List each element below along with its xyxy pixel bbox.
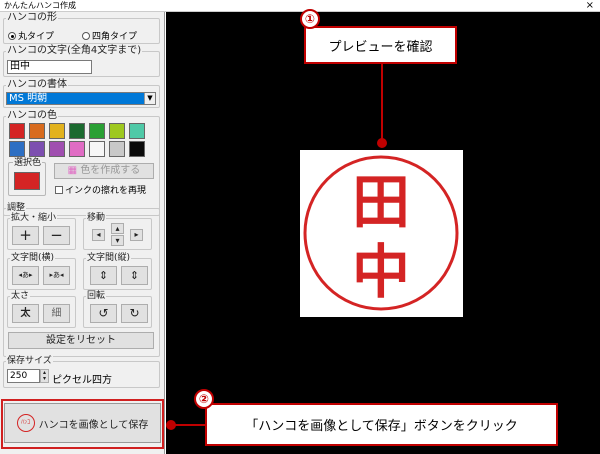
stamp-char-1: 田: [352, 168, 410, 236]
move-down-button[interactable]: ▾: [111, 235, 124, 246]
radio-round[interactable]: 丸タイプ: [8, 29, 54, 42]
text-label: ハンコの文字(全角4文字まで): [6, 45, 143, 57]
selected-color-swatch: [14, 172, 40, 190]
callout-one-line: [381, 64, 383, 142]
color-label: ハンコの色: [6, 110, 58, 122]
color-swatch[interactable]: [69, 123, 85, 139]
callout-two: 「ハンコを画像として保存」ボタンをクリック: [205, 403, 558, 446]
ink-blur-checkbox[interactable]: インクの擦れを再現: [55, 183, 146, 196]
selected-color-label: 選択色: [13, 157, 43, 169]
radio-dot-off: [82, 31, 90, 40]
rotate-left-button[interactable]: ↺: [90, 304, 117, 323]
reset-settings-button[interactable]: 設定をリセット: [8, 332, 154, 349]
scale-label: 拡大・縮小: [10, 212, 58, 224]
color-swatch[interactable]: [89, 123, 105, 139]
color-swatch[interactable]: [29, 123, 45, 139]
color-swatch[interactable]: [89, 141, 105, 157]
stamp-preview: 田 中: [300, 150, 463, 317]
bold-button[interactable]: 太: [12, 304, 39, 323]
spacing-v-widen-button[interactable]: ⇕: [90, 266, 117, 285]
shape-label: ハンコの形: [6, 12, 58, 24]
radio-square[interactable]: 四角タイプ: [82, 29, 137, 42]
move-up-button[interactable]: ▴: [111, 223, 124, 234]
palette-icon: ▦: [67, 165, 78, 176]
color-swatch[interactable]: [129, 141, 145, 157]
make-color-button[interactable]: ▦ 色を作成する: [54, 163, 154, 179]
ink-blur-label: インクの擦れを再現: [65, 186, 147, 196]
color-swatch[interactable]: [49, 123, 65, 139]
font-select-value: MS 明朝: [9, 93, 48, 104]
callout-one-text: プレビューを確認: [328, 39, 433, 55]
color-swatch[interactable]: [129, 123, 145, 139]
color-swatch[interactable]: [9, 141, 25, 157]
radio-square-label: 四角タイプ: [92, 32, 138, 42]
spacing-h-widen-button[interactable]: ◂あ▸: [12, 266, 39, 285]
save-image-label: ハンコを画像として保存: [38, 419, 149, 431]
callout-one-dot: [377, 138, 387, 148]
radio-dot-on: [8, 31, 16, 40]
stamp-text-input[interactable]: 田中: [7, 60, 92, 74]
callout-one-number: ①: [300, 9, 320, 29]
move-left-button[interactable]: ◂: [92, 229, 105, 241]
zoom-in-button[interactable]: +: [12, 226, 39, 245]
save-image-button[interactable]: ﾊﾝｺ ハンコを画像として保存: [4, 403, 161, 443]
color-swatch[interactable]: [109, 141, 125, 157]
save-size-unit: ピクセル四方: [52, 375, 112, 386]
make-color-label: 色を作成する: [80, 165, 141, 176]
color-swatch[interactable]: [49, 141, 65, 157]
save-size-label: 保存サイズ: [6, 355, 53, 367]
close-button[interactable]: ×: [586, 0, 594, 12]
font-select[interactable]: MS 明朝 ▼: [6, 92, 156, 105]
window-title: かんたんハンコ作成: [4, 1, 76, 10]
rotate-label: 回転: [86, 290, 107, 302]
font-label: ハンコの書体: [6, 79, 68, 91]
stamp-preview-svg: 田 中: [303, 155, 459, 311]
radio-round-label: 丸タイプ: [18, 32, 55, 42]
rotate-right-button[interactable]: ↻: [121, 304, 148, 323]
save-size-input[interactable]: 250: [7, 369, 40, 383]
callout-two-text: 「ハンコを画像として保存」ボタンをクリック: [245, 419, 518, 434]
control-panel: ハンコの形 丸タイプ 四角タイプ ハンコの文字(全角4文字まで) 田中 ハンコの…: [0, 12, 165, 454]
save-size-spinner[interactable]: ▴ ▾: [40, 369, 49, 383]
callout-one: プレビューを確認: [304, 26, 457, 64]
spacing-v-narrow-button[interactable]: ⇕: [121, 266, 148, 285]
stamp-icon: ﾊﾝｺ: [16, 414, 35, 432]
move-right-button[interactable]: ▸: [130, 229, 143, 241]
spacing-h-narrow-button[interactable]: ▸あ◂: [43, 266, 70, 285]
callout-two-number: ②: [194, 389, 214, 409]
thin-button[interactable]: 細: [43, 304, 70, 323]
zoom-out-button[interactable]: −: [43, 226, 70, 245]
weight-label: 太さ: [10, 290, 31, 302]
color-swatch[interactable]: [69, 141, 85, 157]
spacing-h-label: 文字間(横): [10, 252, 56, 264]
color-swatch[interactable]: [29, 141, 45, 157]
color-swatch[interactable]: [109, 123, 125, 139]
title-bar: かんたんハンコ作成 ×: [0, 0, 600, 12]
checkbox-box: [55, 185, 63, 194]
chevron-down-icon[interactable]: ▼: [144, 93, 155, 104]
color-swatch[interactable]: [9, 123, 25, 139]
move-label: 移動: [86, 212, 107, 224]
spacing-v-label: 文字間(縦): [86, 252, 132, 264]
stamp-char-2: 中: [352, 238, 410, 306]
